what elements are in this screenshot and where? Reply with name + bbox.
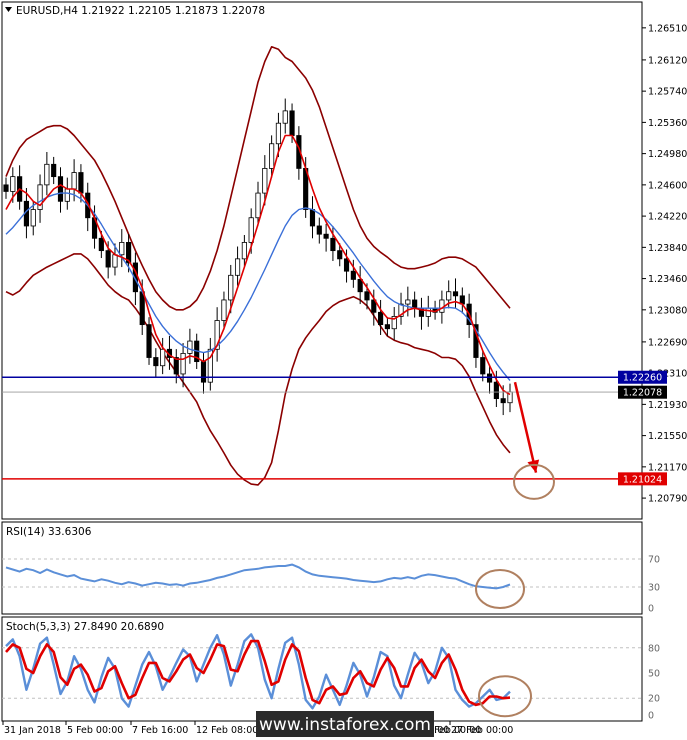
watermark-text: www.instaforex.com xyxy=(259,715,431,735)
time-tick-label: 7 Feb 16:00 xyxy=(132,725,188,736)
stochastic-tick-label: 20 xyxy=(648,694,660,705)
time-tick-label: 31 Jan 2018 xyxy=(4,725,61,736)
candle-body xyxy=(493,381,499,400)
candle-body xyxy=(500,398,506,404)
candle-body xyxy=(228,274,234,301)
candle-body xyxy=(289,110,295,136)
candle-body xyxy=(330,237,336,252)
candle-body xyxy=(364,291,370,301)
price-tick-label: 1.21170 xyxy=(648,462,687,473)
price-tick-label: 1.21550 xyxy=(648,431,687,442)
price-label-current: 1.22078 xyxy=(618,385,667,399)
price-tick-label: 1.22690 xyxy=(648,337,687,348)
candle-body xyxy=(51,163,57,178)
symbol-header: EURUSD,H4 1.21922 1.22105 1.21873 1.2207… xyxy=(16,5,265,17)
price-label-text: 1.22078 xyxy=(623,388,662,399)
price-label-text: 1.21024 xyxy=(623,474,662,485)
candle-body xyxy=(255,192,261,219)
price-tick-label: 1.26120 xyxy=(648,55,687,66)
candle-body xyxy=(275,122,282,145)
candle-body xyxy=(64,188,70,202)
candle-body xyxy=(105,250,111,268)
candle-body xyxy=(234,258,241,276)
candle-body xyxy=(337,250,343,260)
stochastic-tick-label: 0 xyxy=(648,711,654,722)
candle-body xyxy=(187,340,193,354)
candle-body xyxy=(412,299,418,309)
time-tick-label: 12 Feb 08:00 xyxy=(196,725,258,736)
candle-body xyxy=(309,209,316,227)
candle-body xyxy=(378,311,384,326)
candle xyxy=(146,317,152,365)
time-tick-label: 27 Feb 00:00 xyxy=(451,725,513,736)
candle-body xyxy=(452,291,459,297)
candle-body xyxy=(384,324,390,330)
price-tick-label: 1.24220 xyxy=(648,212,687,223)
candle-body xyxy=(160,348,166,367)
rsi-tick-label: 0 xyxy=(648,604,654,615)
price-tick-label: 1.24600 xyxy=(648,180,687,191)
candle-body xyxy=(480,357,486,375)
candle-body xyxy=(57,176,64,202)
price-tick-label: 1.24980 xyxy=(648,149,687,160)
candle-body xyxy=(282,110,288,124)
candle-body xyxy=(3,184,9,192)
watermark: www.instaforex.com xyxy=(256,711,434,737)
candle-body xyxy=(323,233,329,239)
candle-body xyxy=(248,217,254,243)
price-tick-label: 1.23080 xyxy=(648,305,687,316)
price-tick-label: 1.26510 xyxy=(648,23,687,34)
candle-body xyxy=(486,373,493,383)
candle-body xyxy=(153,357,159,367)
candle-body xyxy=(10,176,16,192)
price-label-target: 1.21024 xyxy=(618,472,667,486)
chart-canvas: 1.26510 1.26120 1.25740 1.25360 1.24980 1.246… xyxy=(0,0,687,740)
candle-body xyxy=(119,242,125,256)
candle-body xyxy=(44,163,50,186)
stochastic-tick-label: 50 xyxy=(648,669,660,680)
price-tick-label: 1.23460 xyxy=(648,274,687,285)
candle-body xyxy=(405,299,411,305)
stochastic-title: Stoch(5,3,3) 27.8490 20.6890 xyxy=(6,621,164,633)
candle-body xyxy=(78,172,84,194)
price-tick-label: 1.20790 xyxy=(648,494,687,505)
candle-body xyxy=(343,258,350,272)
candle-body xyxy=(241,242,247,260)
candle-body xyxy=(180,352,186,375)
rsi-tick-label: 70 xyxy=(648,555,660,566)
candle-body xyxy=(139,291,145,326)
candle-body xyxy=(446,291,452,301)
candle-body xyxy=(146,324,152,358)
price-tick-label: 1.25740 xyxy=(648,87,687,98)
rsi-title: RSI(14) 33.6306 xyxy=(6,526,92,538)
candle-body xyxy=(98,237,104,252)
candle-body xyxy=(269,143,275,169)
candle-body xyxy=(112,254,118,268)
candle-body xyxy=(221,299,227,321)
candle-body xyxy=(425,307,431,317)
candle-body xyxy=(316,225,322,235)
price-label-support: 1.22260 xyxy=(618,370,667,384)
price-tick-label: 1.23840 xyxy=(648,243,687,254)
stochastic-tick-label: 80 xyxy=(648,643,660,654)
candle-body xyxy=(350,270,356,280)
price-label-text: 1.22260 xyxy=(623,373,662,384)
price-tick-label: 1.21930 xyxy=(648,400,687,411)
candle-body xyxy=(30,209,36,227)
candle-body xyxy=(200,361,207,383)
rsi-tick-label: 30 xyxy=(648,583,660,594)
candle-body xyxy=(262,168,268,194)
candle-body xyxy=(71,172,77,190)
price-tick-label: 1.25360 xyxy=(648,118,687,129)
time-tick-label: 5 Feb 00:00 xyxy=(67,725,123,736)
